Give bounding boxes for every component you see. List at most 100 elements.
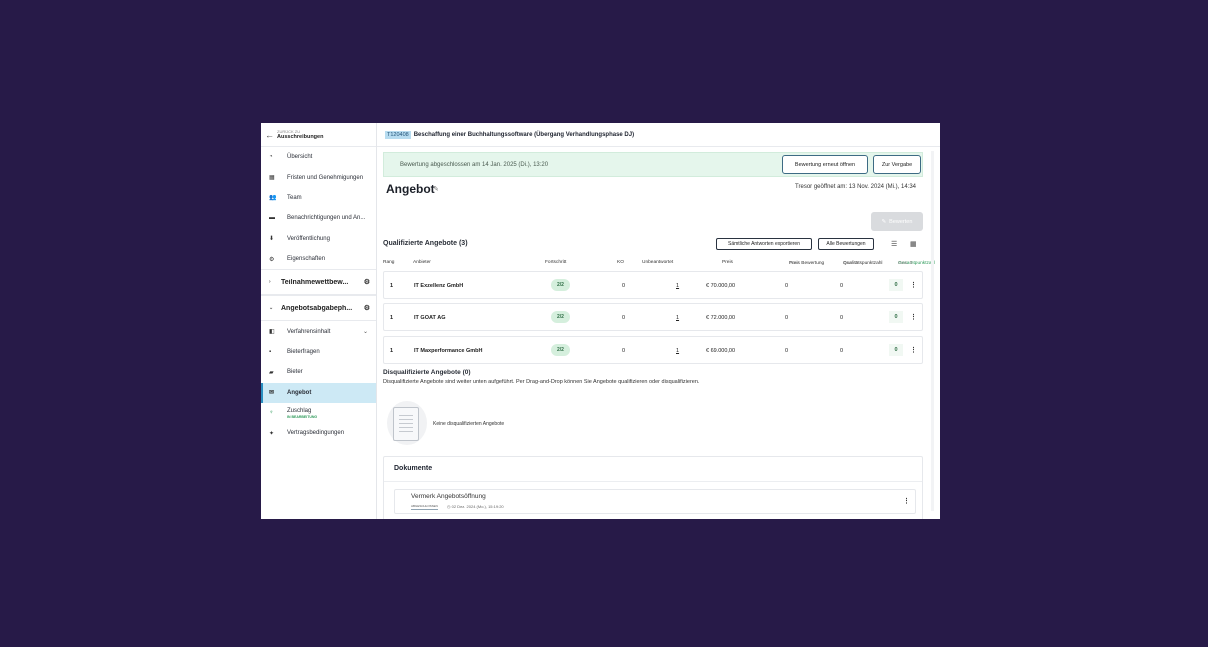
price-rating-cell: 0 xyxy=(785,348,789,354)
empty-document-icon xyxy=(393,407,419,441)
rank-cell: 1 xyxy=(390,315,394,321)
sidebar-item-properties[interactable]: ⚙ Eigenschaften xyxy=(261,249,376,269)
sidebar-item-bidders[interactable]: ▰ Bieter xyxy=(261,362,376,382)
more-options-icon[interactable]: ⋮ xyxy=(910,346,917,354)
evaluate-button[interactable]: ✎ Bewerten xyxy=(871,212,923,231)
sidebar-item-award[interactable]: ♆ Zuschlag IN BEARBEITUNG xyxy=(261,403,376,423)
unanswered-link[interactable]: 1 xyxy=(676,348,679,354)
price-cell: € 70.000,00 xyxy=(706,283,736,289)
chevron-right-icon: › xyxy=(269,279,271,286)
pencil-icon[interactable]: ✎ xyxy=(433,185,439,193)
bidder-cell: IT Exzellenz GmbH xyxy=(414,283,464,289)
sidebar-item-bidder-questions[interactable]: ▪ Bieterfragen xyxy=(261,342,376,362)
sidebar-item-deadlines[interactable]: ▦ Fristen und Genehmigungen xyxy=(261,167,376,187)
section-label: Teilnahmewettbew... xyxy=(281,278,349,286)
rank-cell: 1 xyxy=(390,283,394,289)
sidebar-item-label: Benachrichtigungen und An... xyxy=(287,215,366,222)
all-ratings-button[interactable]: Alle Bewertungen xyxy=(818,238,874,250)
ko-cell: 0 xyxy=(622,348,626,354)
more-options-icon[interactable]: ⋮ xyxy=(903,497,910,505)
back-link[interactable]: ← ZURÜCK ZU Ausschreibungen xyxy=(261,123,376,147)
back-title: Ausschreibungen xyxy=(277,133,324,140)
clock-icon: ◷ xyxy=(447,504,451,509)
total-score: 0 xyxy=(889,311,903,323)
progress-pill: 2/2 xyxy=(551,344,570,356)
sidebar-item-label: Team xyxy=(287,194,302,201)
qualified-offers-title: Qualifizierte Angebote (3) xyxy=(383,240,468,247)
document-item[interactable]: Vermerk Angebotsöffnung ABGESCHLOSSEN ◷ … xyxy=(394,489,916,514)
sidebar-item-label: Übersicht xyxy=(287,154,313,161)
progress-pill: 2/2 xyxy=(551,311,570,323)
pin-icon: ⬇ xyxy=(269,236,275,243)
sidebar-item-offer[interactable]: ✉ Angebot xyxy=(261,382,376,404)
bidder-cell: IT Maxperformance GmbH xyxy=(414,348,483,354)
unanswered-link[interactable]: 1 xyxy=(676,283,679,289)
book-icon: ◧ xyxy=(269,329,275,336)
col-unanswered: Unbeantwortet xyxy=(642,260,674,265)
tender-title: Beschaffung einer Buchhaltungssoftware (… xyxy=(413,131,635,138)
pencil-icon: ✎ xyxy=(881,218,887,225)
sidebar-item-label: Fristen und Genehmigungen xyxy=(287,174,364,181)
sidebar-item-team[interactable]: 👥 Team xyxy=(261,188,376,208)
gear-icon[interactable]: ⚙ xyxy=(364,278,370,286)
documents-panel: Dokumente Vermerk Angebotsöffnung ABGESC… xyxy=(383,456,923,519)
sidebar-section-offer-phase[interactable]: ⌄ Angebotsabgabeph... ⚙ xyxy=(261,295,376,322)
gauge-icon: ◔ xyxy=(269,154,273,161)
trophy-icon: ♆ xyxy=(269,410,274,417)
sidebar: ← ZURÜCK ZU Ausschreibungen ◔ Übersicht … xyxy=(261,123,377,519)
sidebar-item-notifications[interactable]: ▬ Benachrichtigungen und An... xyxy=(261,208,376,228)
gear-icon: ⚙ xyxy=(269,256,275,263)
mail-icon: ✉ xyxy=(269,390,275,397)
sidebar-item-procedure-content[interactable]: ◧ Verfahrensinhalt ⌄ xyxy=(261,321,376,341)
list-view-icon[interactable]: ☰ xyxy=(891,240,897,248)
banner-text: Bewertung abgeschlossen am 14 Jan. 2025 … xyxy=(400,161,549,168)
sidebar-section-participation[interactable]: › Teilnahmewettbew... ⚙ xyxy=(261,269,376,296)
tresor-opened-text: Tresor geöffnet am: 13 Nov. 2024 (Mi.), … xyxy=(795,184,916,190)
unanswered-link[interactable]: 1 xyxy=(676,315,679,321)
sidebar-item-contract-terms[interactable]: ✦ Vertragsbedingungen xyxy=(261,423,376,443)
gear-icon[interactable]: ⚙ xyxy=(364,304,370,312)
col-ko: KO xyxy=(617,260,624,265)
people-icon: 👥 xyxy=(269,195,277,202)
sidebar-item-publication[interactable]: ⬇ Veröffentlichung xyxy=(261,229,376,249)
calendar-icon: ▦ xyxy=(269,175,275,182)
to-award-button[interactable]: Zur Vergabe xyxy=(873,155,921,174)
sidebar-item-overview[interactable]: ◔ Übersicht xyxy=(261,147,376,167)
export-answers-button[interactable]: Sämtliche Antworten exportieren xyxy=(716,238,812,250)
grid-view-icon[interactable]: ▦ xyxy=(910,240,917,248)
document-name: Vermerk Angebotsöffnung xyxy=(411,493,486,500)
evaluate-label: Bewerten xyxy=(889,218,913,225)
scrollbar[interactable] xyxy=(931,151,934,511)
quality-cell: 0 xyxy=(840,348,844,354)
page-title: Angebot xyxy=(386,182,435,196)
status-badge: ABGESCHLOSSEN xyxy=(411,504,438,510)
more-options-icon[interactable]: ⋮ xyxy=(910,281,917,289)
col-price: Preis xyxy=(722,260,733,265)
sidebar-item-label: Angebot xyxy=(287,389,312,396)
price-rating-cell: 0 xyxy=(785,315,789,321)
sidebar-item-label: Eigenschaften xyxy=(287,256,326,263)
more-options-icon[interactable]: ⋮ xyxy=(910,313,917,321)
chevron-down-icon: ⌄ xyxy=(269,305,274,312)
price-cell: € 69.000,00 xyxy=(706,348,736,354)
sidebar-item-label: Vertragsbedingungen xyxy=(287,430,345,437)
truck-icon: ▰ xyxy=(269,369,274,376)
table-row[interactable]: 1 IT Maxperformance GmbH 2/2 0 1 € 69.00… xyxy=(383,336,923,364)
col-bidder: Anbieter xyxy=(413,260,431,265)
sidebar-item-label: Veröffentlichung xyxy=(287,235,330,242)
table-row[interactable]: 1 IT Exzellenz GmbH 2/2 0 1 € 70.000,00 … xyxy=(383,271,923,299)
price-rating-cell: 0 xyxy=(785,283,789,289)
sidebar-item-label: Verfahrensinhalt xyxy=(287,328,331,335)
table-row[interactable]: 1 IT GOAT AG 2/2 0 1 € 72.000,00 0 0 0 ⋮ xyxy=(383,303,923,331)
quality-cell: 0 xyxy=(840,315,844,321)
sidebar-item-label: Bieterfragen xyxy=(287,348,320,355)
total-score: 0 xyxy=(889,279,903,291)
progress-pill: 2/2 xyxy=(551,279,570,291)
col-progress: Fortschritt xyxy=(545,260,567,265)
main-content: T120408 Beschaffung einer Buchhaltungsso… xyxy=(377,123,940,519)
total-score: 0 xyxy=(889,344,903,356)
reopen-evaluation-button[interactable]: Bewertung erneut öffnen xyxy=(782,155,868,174)
chevron-down-icon[interactable]: ⌄ xyxy=(363,328,368,335)
bidder-cell: IT GOAT AG xyxy=(414,315,446,321)
arrow-left-icon: ← xyxy=(265,129,274,140)
